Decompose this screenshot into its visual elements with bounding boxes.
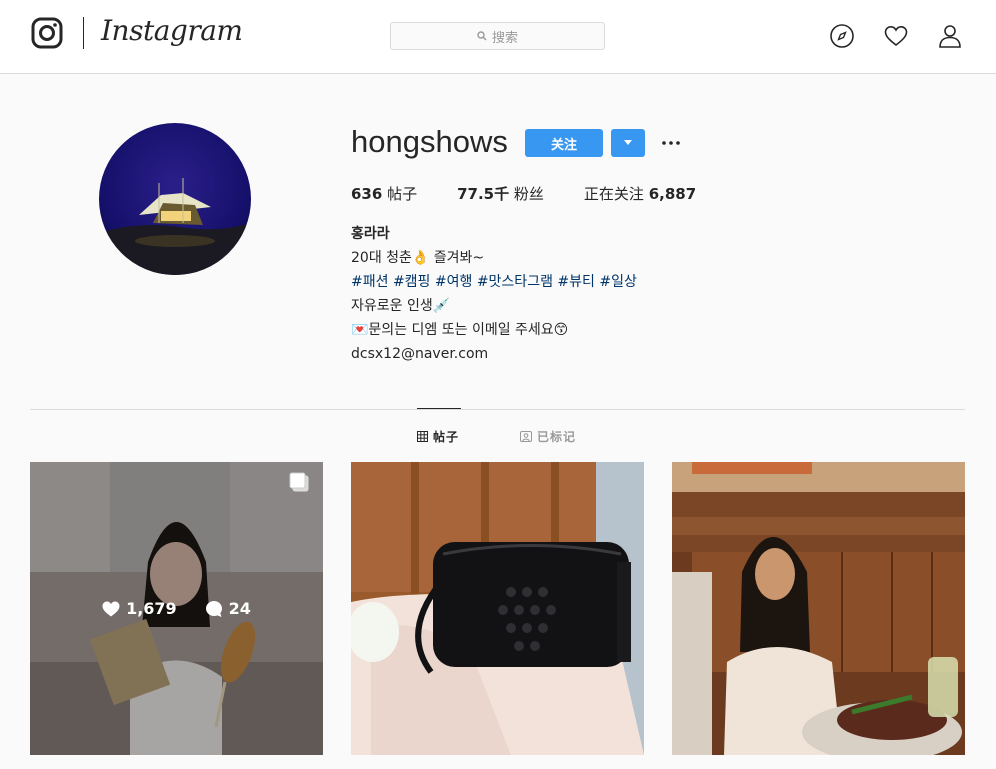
search-icon <box>477 31 487 41</box>
tab-divider <box>30 409 965 410</box>
tab-tagged-label: 已标记 <box>537 430 577 444</box>
avatar-image <box>99 123 251 275</box>
camera-logo-icon[interactable] <box>31 17 63 49</box>
username: hongshows <box>351 124 508 159</box>
instagram-wordmark[interactable]: Instagram <box>101 14 243 47</box>
posts-stat: 636 帖子 <box>351 183 417 204</box>
more-options-button[interactable] <box>658 130 684 156</box>
search-input[interactable]: 搜索 <box>390 22 605 50</box>
follow-button[interactable]: 关注 <box>525 129 603 157</box>
following-stat[interactable]: 正在关注 6,887 <box>584 183 696 204</box>
post-photo <box>351 462 644 755</box>
tab-posts-label: 帖子 <box>433 430 460 444</box>
profile-bio: 홍라라 20대 청춘👌 즐겨봐~ #패션 #캠핑 #여행 #맛스타그램 #뷰티 … <box>351 222 637 366</box>
search-placeholder: 搜索 <box>491 30 518 46</box>
post-photo <box>672 462 965 755</box>
bio-line: 자유로운 인생💉 <box>351 298 451 314</box>
profile-stats: 636 帖子 77.5千 粉丝 正在关注 6,887 <box>351 183 736 204</box>
following-label: 正在关注 <box>583 185 644 203</box>
bio-name: 홍라라 <box>351 226 390 242</box>
post-hover-overlay: 1,679 24 <box>30 462 323 755</box>
following-count: 6,887 <box>648 185 697 203</box>
comments-count: 24 <box>205 599 251 618</box>
logo-divider <box>83 17 84 49</box>
tagged-person-icon <box>520 431 532 442</box>
followers-label: 粉丝 <box>513 185 544 203</box>
post-tile[interactable] <box>672 462 965 755</box>
bio-line: 💌문의는 디엠 또는 이메일 주세요😙 <box>351 322 569 338</box>
post-tile[interactable]: 1,679 24 <box>30 462 323 755</box>
tab-posts[interactable]: 帖子 <box>417 428 459 445</box>
likes-count: 1,679 <box>102 599 177 618</box>
caret-down-icon <box>624 140 632 145</box>
suggestions-dropdown-button[interactable] <box>611 129 645 157</box>
heart-icon[interactable] <box>883 23 909 49</box>
likes-value: 1,679 <box>126 599 177 618</box>
heart-filled-icon <box>102 601 120 616</box>
comments-value: 24 <box>228 599 251 618</box>
grid-icon <box>417 431 428 442</box>
active-tab-indicator <box>417 408 461 409</box>
tab-tagged[interactable]: 已标记 <box>520 428 576 445</box>
posts-label: 帖子 <box>387 185 418 203</box>
posts-count: 636 <box>351 185 383 203</box>
person-icon[interactable] <box>937 23 963 49</box>
multiple-photos-icon <box>289 472 309 492</box>
top-nav: Instagram 搜索 <box>0 0 996 74</box>
followers-count: 77.5千 <box>457 185 510 203</box>
bio-line: 20대 청춘👌 즐겨봐~ <box>351 250 485 266</box>
compass-icon[interactable] <box>829 23 855 49</box>
ellipsis-icon <box>662 141 680 145</box>
avatar[interactable] <box>99 123 251 275</box>
post-tile[interactable] <box>351 462 644 755</box>
bio-email: dcsx12@naver.com <box>351 346 489 362</box>
followers-stat[interactable]: 77.5千 粉丝 <box>457 183 544 204</box>
comment-filled-icon <box>205 600 222 617</box>
bio-hashtags[interactable]: #패션 #캠핑 #여행 #맛스타그램 #뷰티 #일상 <box>351 270 637 294</box>
